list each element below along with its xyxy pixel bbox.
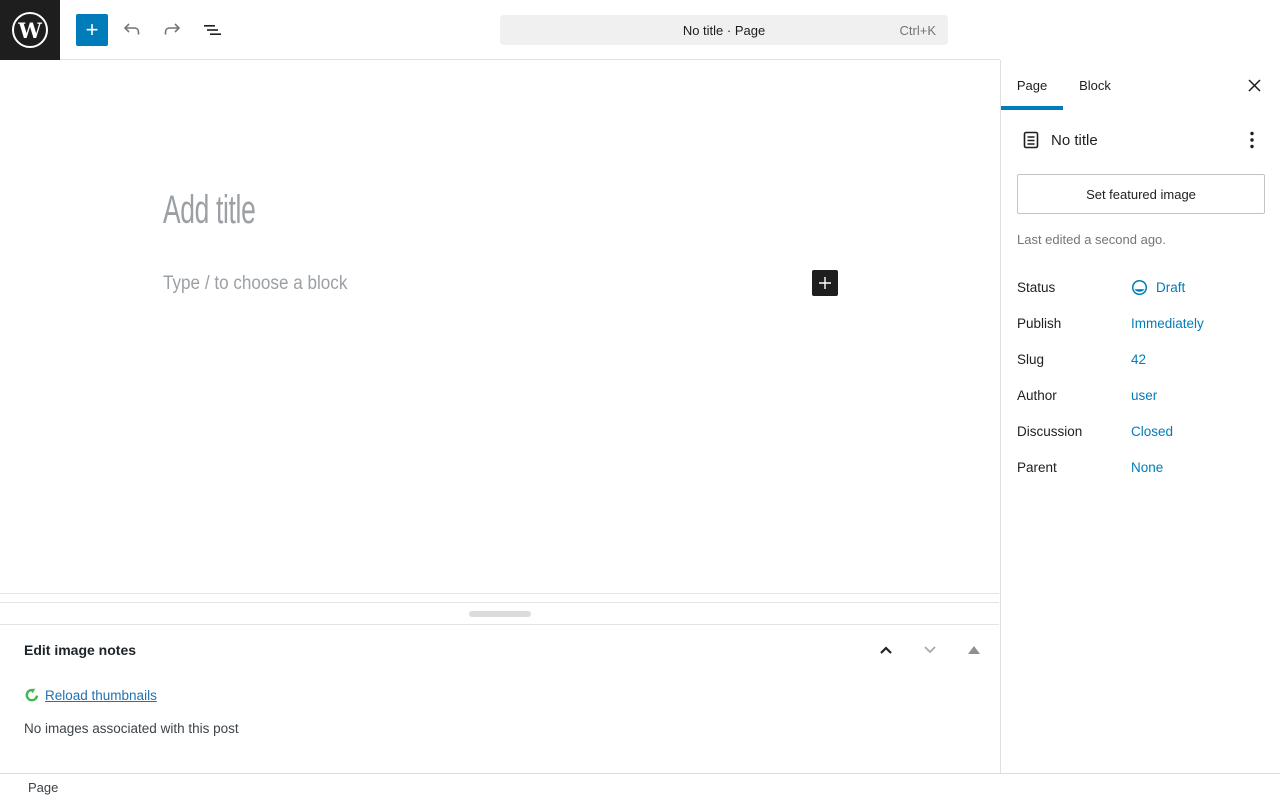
post-title-input[interactable]: Add title <box>163 188 256 233</box>
status-label: Status <box>1017 279 1056 295</box>
last-edited-text: Last edited a second ago. <box>1017 232 1166 247</box>
publish-label: Publish <box>1017 315 1062 331</box>
document-overview-button[interactable] <box>200 18 224 42</box>
meta-box-title: Edit image notes <box>24 642 137 658</box>
discussion-value-button[interactable]: Closed <box>1131 424 1173 439</box>
wordpress-logo-icon: W <box>12 12 48 48</box>
status-value: Draft <box>1156 279 1186 295</box>
command-palette-title: No title · Page <box>682 22 766 38</box>
close-sidebar-button[interactable] <box>1242 73 1266 97</box>
move-up-button[interactable] <box>871 635 901 665</box>
chevron-up-icon <box>878 643 894 657</box>
metabox-pane-top-border <box>0 602 999 603</box>
plus-icon <box>817 275 833 291</box>
breadcrumb[interactable]: Page <box>28 780 58 795</box>
discussion-label: Discussion <box>1017 423 1083 439</box>
status-value-button[interactable]: Draft <box>1131 279 1185 296</box>
document-title: No title <box>1051 131 1098 149</box>
parent-value-button[interactable]: None <box>1131 460 1163 475</box>
move-down-button[interactable] <box>915 635 945 665</box>
slug-value-button[interactable]: 42 <box>1131 352 1146 367</box>
meta-box-header[interactable]: Edit image notes <box>0 625 999 675</box>
publish-row: Publish Immediately <box>1001 305 1280 341</box>
slug-label: Slug <box>1017 351 1045 367</box>
editor-footer: Page <box>0 773 1280 800</box>
author-row: Author user <box>1001 377 1280 413</box>
block-inserter-toggle-button[interactable]: + <box>76 14 108 46</box>
add-block-button[interactable] <box>812 270 838 296</box>
reload-icon <box>24 687 40 703</box>
sidebar-tabs: Page Block <box>1001 60 1280 110</box>
document-summary-row: No title <box>1001 118 1280 162</box>
publish-value-button[interactable]: Immediately <box>1131 316 1204 331</box>
reload-thumbnails-link[interactable]: Reload thumbnails <box>45 688 157 703</box>
canvas-bottom-border <box>0 593 999 594</box>
draft-status-icon <box>1131 279 1148 296</box>
chevron-down-icon <box>922 643 938 657</box>
tab-block[interactable]: Block <box>1063 60 1127 110</box>
editor-canvas: Add title Type / to choose a block <box>0 60 999 593</box>
redo-button[interactable] <box>160 18 184 42</box>
command-palette-bar[interactable]: No title · Page Ctrl+K <box>500 15 948 45</box>
redo-icon <box>160 18 184 42</box>
no-images-message: No images associated with this post <box>24 721 239 736</box>
kebab-icon <box>1240 128 1264 152</box>
author-value-button[interactable]: user <box>1131 388 1157 403</box>
discussion-row: Discussion Closed <box>1001 413 1280 449</box>
metabox-resize-handle[interactable] <box>469 611 531 617</box>
parent-row: Parent None <box>1001 449 1280 485</box>
panel-toggle-button[interactable] <box>959 635 989 665</box>
command-palette-shortcut: Ctrl+K <box>899 22 936 38</box>
undo-button[interactable] <box>120 18 144 42</box>
status-row: Status Draft <box>1001 269 1280 305</box>
list-view-icon <box>200 18 224 42</box>
page-summary-rows: Status Draft Publish Immediately Slug 42… <box>1001 269 1280 485</box>
settings-sidebar: Page Block No title Set featured image L… <box>1000 60 1280 773</box>
editor-header: W + No title · Page Ctrl+K <box>0 0 1280 60</box>
close-icon <box>1246 77 1263 94</box>
meta-box-panel: Edit image notes Reload thumbnails No im… <box>0 625 999 773</box>
empty-block-input[interactable]: Type / to choose a block <box>163 273 347 295</box>
document-icon <box>1019 128 1043 152</box>
slug-row: Slug 42 <box>1001 341 1280 377</box>
wordpress-logo-button[interactable]: W <box>0 0 60 60</box>
undo-icon <box>120 18 144 42</box>
triangle-up-icon <box>968 646 980 654</box>
parent-label: Parent <box>1017 459 1057 475</box>
author-label: Author <box>1017 387 1057 403</box>
page-options-button[interactable] <box>1240 128 1264 152</box>
set-featured-image-button[interactable]: Set featured image <box>1017 174 1265 214</box>
tab-page[interactable]: Page <box>1001 60 1063 110</box>
